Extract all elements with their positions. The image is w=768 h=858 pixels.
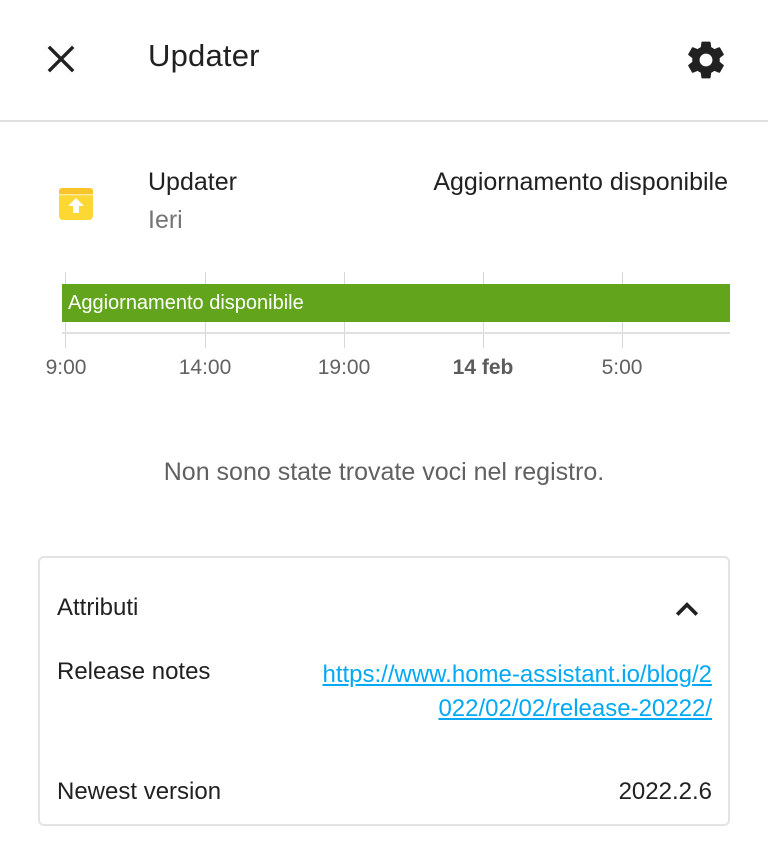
state-bar-label: Aggiornamento disponibile [68, 292, 304, 314]
attribute-label: Newest version [57, 778, 222, 805]
timeline-axis [62, 332, 730, 334]
chevron-up-icon [675, 602, 699, 616]
entity-last-changed: Ieri [148, 206, 183, 234]
entity-state: Aggiornamento disponibile [433, 168, 728, 196]
settings-button[interactable] [684, 38, 728, 82]
attributes-card: Attributi Release notes https://www.home… [38, 556, 730, 826]
attribute-label: Release notes [57, 658, 211, 685]
close-icon [47, 45, 75, 73]
gear-icon [688, 41, 724, 79]
dialog-header: Updater [0, 0, 768, 122]
tick-label: 19:00 [317, 356, 371, 379]
tick-label: 5:00 [601, 356, 643, 379]
package-up-icon [58, 186, 94, 222]
tick-label: 14 feb [452, 356, 514, 379]
tick-label: 9:00 [45, 356, 87, 379]
attribute-value: 2022.2.6 [618, 778, 712, 805]
release-notes-link[interactable]: https://www.home-assistant.io/blog/2022/… [312, 658, 712, 726]
state-bar[interactable]: Aggiornamento disponibile [62, 284, 730, 322]
close-button[interactable] [40, 38, 82, 80]
attributes-title: Attributi [57, 594, 139, 621]
dialog-title: Updater [148, 38, 260, 73]
collapse-button[interactable] [670, 592, 704, 626]
logbook-empty-message: Non sono state trovate voci nel registro… [163, 458, 605, 486]
history-timeline: Aggiornamento disponibile 9:00 14:00 19:… [0, 260, 768, 390]
tick-label: 14:00 [178, 356, 232, 379]
entity-name: Updater [148, 168, 237, 196]
